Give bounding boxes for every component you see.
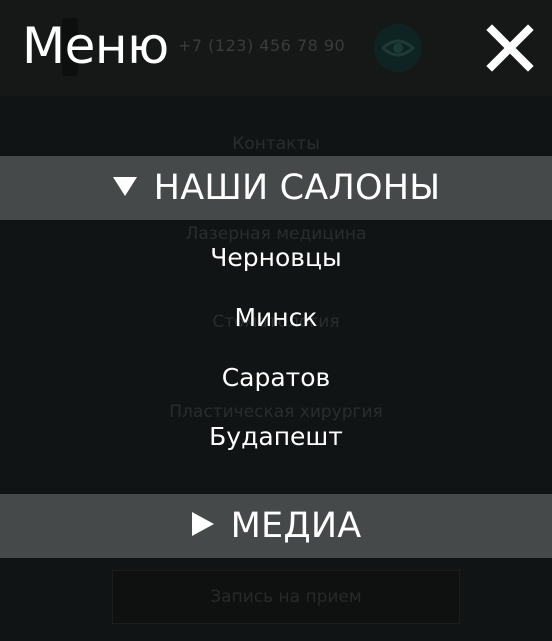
background-phone-number: +7 (123) 456 78 90	[178, 36, 346, 55]
eye-icon	[381, 39, 415, 57]
salon-item-chernivtsi[interactable]: Черновцы	[0, 243, 552, 272]
salon-item-label: Будапешт	[209, 422, 343, 451]
triangle-down-icon	[112, 175, 138, 201]
background-item-contacts: Контакты	[232, 134, 320, 154]
background-appointment-button: Запись на прием	[112, 570, 460, 624]
salon-item-label: Саратов	[221, 363, 331, 392]
background-item-laser: Лазерная медицина	[185, 224, 367, 244]
accessibility-eye-button	[374, 24, 422, 72]
salon-item-minsk[interactable]: Минск	[0, 303, 552, 332]
salon-item-budapest[interactable]: Будапешт	[0, 422, 552, 451]
salon-item-label: Минск	[234, 303, 318, 332]
section-our-salons[interactable]: НАШИ САЛОНЫ	[0, 156, 552, 220]
section-media[interactable]: МЕДИА	[0, 494, 552, 558]
mobile-menu-screen: +7 (123) 456 78 90 Контакты Лазерная мед…	[0, 0, 552, 641]
close-icon[interactable]	[486, 24, 534, 72]
triangle-right-icon	[191, 511, 215, 541]
section-label: МЕДИА	[230, 506, 362, 546]
section-label: НАШИ САЛОНЫ	[153, 168, 441, 208]
background-item-surgery: Пластическая хирургия	[169, 402, 383, 422]
salon-item-saratov[interactable]: Саратов	[0, 363, 552, 392]
menu-title: Меню	[22, 17, 169, 75]
salon-item-label: Черновцы	[210, 243, 342, 272]
